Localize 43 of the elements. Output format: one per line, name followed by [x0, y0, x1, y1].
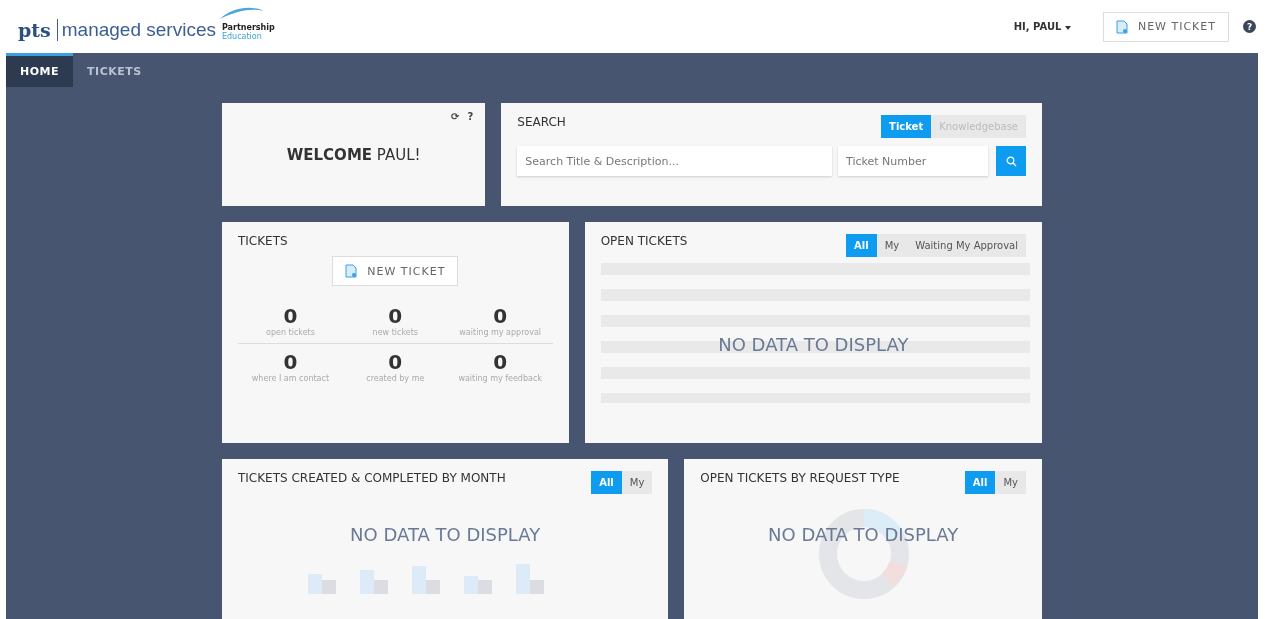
new-ticket-button[interactable]: NEW TICKET: [332, 256, 459, 286]
document-icon: [345, 264, 358, 278]
refresh-button[interactable]: ⟳: [451, 111, 460, 122]
ticket-number-field[interactable]: Ticket Number: [838, 146, 988, 176]
stat-label: waiting my approval: [459, 328, 542, 337]
logo-text: managed services: [56, 18, 216, 41]
filter-tab[interactable]: Waiting My Approval: [907, 234, 1026, 257]
stat-label: new tickets: [372, 328, 418, 337]
card-title: TICKETS: [238, 234, 289, 248]
stat-value: 0: [493, 304, 508, 328]
stat-label: waiting my feedback: [458, 374, 542, 383]
user-menu[interactable]: HI, PAUL: [1007, 20, 1077, 33]
new-ticket-button[interactable]: NEW TICKET: [1102, 11, 1229, 42]
stat-value: 0: [493, 350, 508, 374]
filter-tab[interactable]: My: [876, 234, 908, 257]
stat-label: created by me: [366, 374, 425, 383]
stat-value: 0: [283, 350, 298, 374]
empty-message: NO DATA TO DISPLAY: [718, 333, 909, 355]
empty-message: NO DATA TO DISPLAY: [350, 524, 541, 545]
filter-tab[interactable]: My: [621, 471, 653, 494]
help-button[interactable]: ?: [1243, 20, 1256, 33]
nav-tab[interactable]: HOME: [6, 53, 74, 87]
help-button[interactable]: ?: [467, 111, 474, 122]
stat-label: open tickets: [266, 328, 315, 337]
stat-value: 0: [283, 304, 298, 328]
partner-logo-subtext: Education: [221, 31, 262, 41]
stat-value: 0: [388, 350, 403, 374]
search-icon: [1005, 155, 1017, 167]
welcome-text: WELCOME PAUL!: [286, 145, 421, 164]
document-icon: [1115, 19, 1128, 34]
card-title: SEARCH: [517, 115, 566, 129]
filter-tab[interactable]: My: [995, 471, 1026, 494]
stat-value: 0: [388, 304, 403, 328]
logo-brand: pts: [18, 18, 51, 41]
search-field[interactable]: Search Title & Description...: [517, 146, 833, 176]
partner-logo-text: Partnership: [221, 22, 275, 32]
nav-tab[interactable]: TICKETS: [73, 53, 156, 87]
caret-icon: [1064, 26, 1071, 30]
empty-message: NO DATA TO DISPLAY: [768, 524, 959, 545]
card-title: TICKETS CREATED & COMPLETED BY MONTH: [238, 471, 506, 485]
card-title: OPEN TICKETS BY REQUEST TYPE: [700, 471, 900, 485]
card-title: OPEN TICKETS: [600, 234, 688, 248]
search-button[interactable]: [996, 146, 1026, 176]
